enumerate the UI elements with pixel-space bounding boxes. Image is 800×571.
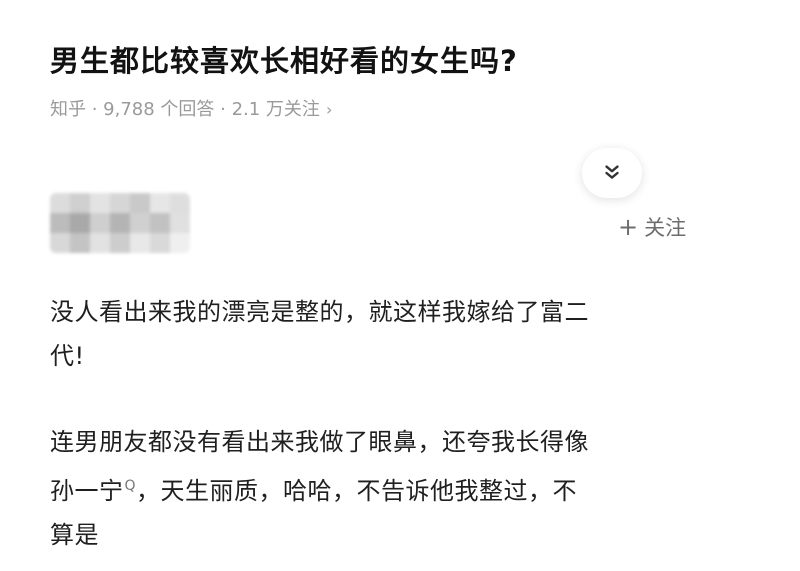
answer-line: 代! [50, 342, 85, 370]
answer-line: 算是 [50, 521, 99, 549]
search-icon[interactable]: Q [125, 478, 137, 494]
answer-paragraph-2: 连男朋友都没有看出来我做了眼鼻，还夸我长得像 孙一宁Q，天生丽质，哈哈，不告诉他… [50, 420, 740, 557]
question-meta-text: 知乎 · 9,788 个回答 · 2.1 万关注 [50, 99, 320, 120]
answer-line: 连男朋友都没有看出来我做了眼鼻，还夸我长得像 [50, 428, 589, 456]
author-avatar-blurred[interactable] [50, 193, 190, 253]
follow-label: 关注 [644, 216, 687, 240]
double-chevron-down-icon [605, 165, 619, 179]
answer-line: 没人看出来我的漂亮是整的，就这样我嫁给了富二 [50, 298, 589, 326]
follow-button[interactable]: + 关注 [618, 212, 687, 242]
answer-paragraph-1: 没人看出来我的漂亮是整的，就这样我嫁给了富二 代! [50, 290, 740, 378]
search-link[interactable]: 孙一宁 [50, 477, 124, 505]
answer-line: 孙一宁Q，天生丽质，哈哈，不告诉他我整过，不 [50, 464, 740, 513]
question-meta[interactable]: 知乎 · 9,788 个回答 · 2.1 万关注 › [50, 95, 332, 121]
collapse-button[interactable] [582, 148, 642, 198]
chevron-right-icon: › [325, 100, 333, 119]
plus-icon: + [618, 213, 639, 241]
question-title[interactable]: 男生都比较喜欢长相好看的女生吗? [50, 38, 518, 80]
answer-text: ，天生丽质，哈哈，不告诉他我整过，不 [136, 477, 578, 505]
